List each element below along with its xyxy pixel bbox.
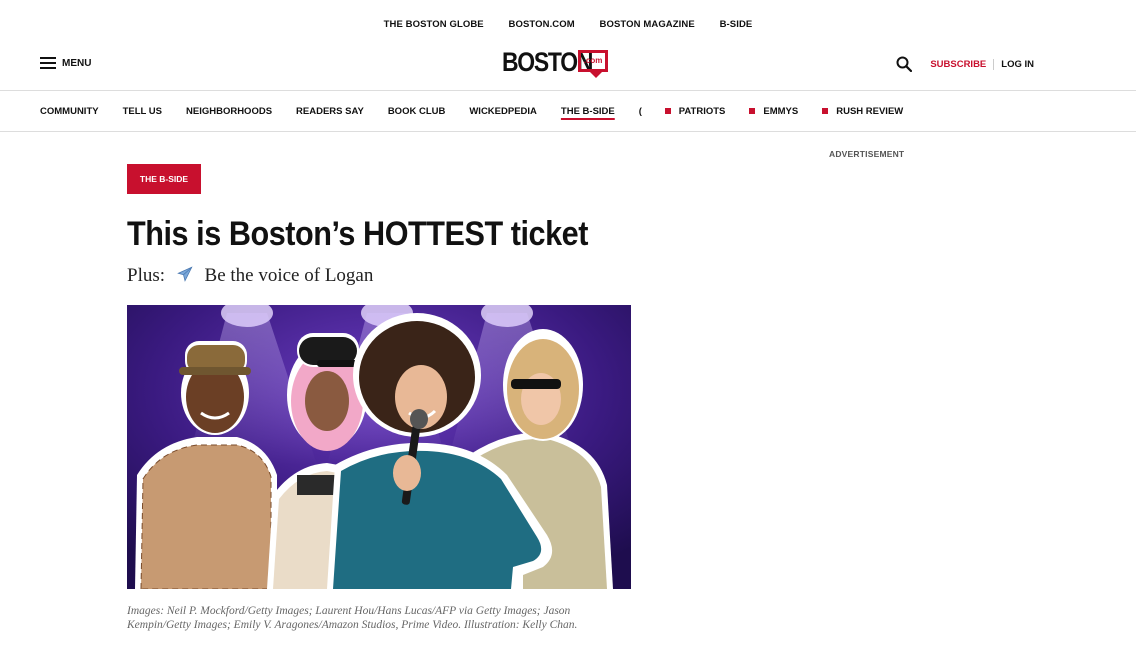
airplane-icon — [176, 266, 193, 282]
top-link-boston-globe[interactable]: THE BOSTON GLOBE — [384, 19, 484, 30]
nav-item-wickedpedia[interactable]: WICKEDPEDIA — [469, 106, 537, 117]
top-link-boston-magazine[interactable]: BOSTON MAGAZINE — [600, 19, 695, 30]
nav-item-community[interactable]: COMMUNITY — [40, 106, 99, 117]
red-square-icon — [664, 108, 671, 114]
nav-item-label: EMMYS — [763, 105, 799, 117]
nav-item-label: PATRIOTS — [678, 105, 726, 117]
hamburger-icon — [40, 57, 56, 69]
top-link-boston-com[interactable]: BOSTON.COM — [509, 19, 575, 30]
search-icon[interactable] — [896, 56, 913, 72]
login-link[interactable]: LOG IN — [1001, 59, 1034, 70]
nav-item-label: RUSH REVIEW — [836, 105, 904, 117]
image-caption: Images: Neil P. Mockford/Getty Images; L… — [127, 605, 578, 631]
article-subhead: Plus: Be the voice of Logan — [127, 265, 373, 287]
nav-item-neighborhoods[interactable]: NEIGHBORHOODS — [186, 106, 272, 117]
header-tools: SUBSCRIBE LOG IN — [896, 56, 1034, 72]
logo-dotcom-badge: .com — [578, 50, 608, 78]
top-link-b-side[interactable]: B-SIDE — [720, 19, 753, 30]
menu-button[interactable]: MENU — [40, 57, 91, 69]
logo-wordmark: BOSTON — [502, 47, 593, 77]
advertisement-label: ADVERTISEMENT — [829, 149, 905, 159]
hero-illustration — [127, 305, 631, 589]
red-square-icon — [749, 108, 756, 114]
top-utility-nav: THE BOSTON GLOBE BOSTON.COM BOSTON MAGAZ… — [0, 19, 1136, 30]
section-nav: COMMUNITY TELL US NEIGHBORHOODS READERS … — [0, 90, 1136, 132]
nav-item-emmys[interactable]: EMMYS — [749, 106, 798, 117]
hero-image[interactable] — [127, 305, 631, 589]
subhead-text: Be the voice of Logan — [204, 265, 374, 286]
article-headline: This is Boston’s HOTTEST ticket — [127, 215, 588, 253]
red-square-icon — [822, 108, 829, 114]
menu-label: MENU — [62, 57, 92, 69]
subscribe-link[interactable]: SUBSCRIBE — [930, 58, 995, 70]
subhead-prefix: Plus: — [127, 265, 166, 286]
site-logo[interactable]: BOSTON .com — [502, 47, 608, 78]
nav-item-readers-say[interactable]: READERS SAY — [296, 106, 364, 117]
nav-item-tell-us[interactable]: TELL US — [123, 106, 162, 117]
nav-item-patriots[interactable]: PATRIOTS — [664, 105, 726, 117]
site-header: MENU BOSTON .com SUBSCRIBE LOG IN — [0, 44, 1136, 90]
nav-item-the-b-side[interactable]: THE B-SIDE — [561, 106, 615, 117]
nav-item-book-club[interactable]: BOOK CLUB — [388, 106, 446, 117]
nav-item-truncated[interactable]: ( — [639, 106, 645, 117]
nav-item-rush-review[interactable]: RUSH REVIEW — [822, 106, 903, 117]
section-tag-badge[interactable]: THE B-SIDE — [127, 164, 201, 194]
